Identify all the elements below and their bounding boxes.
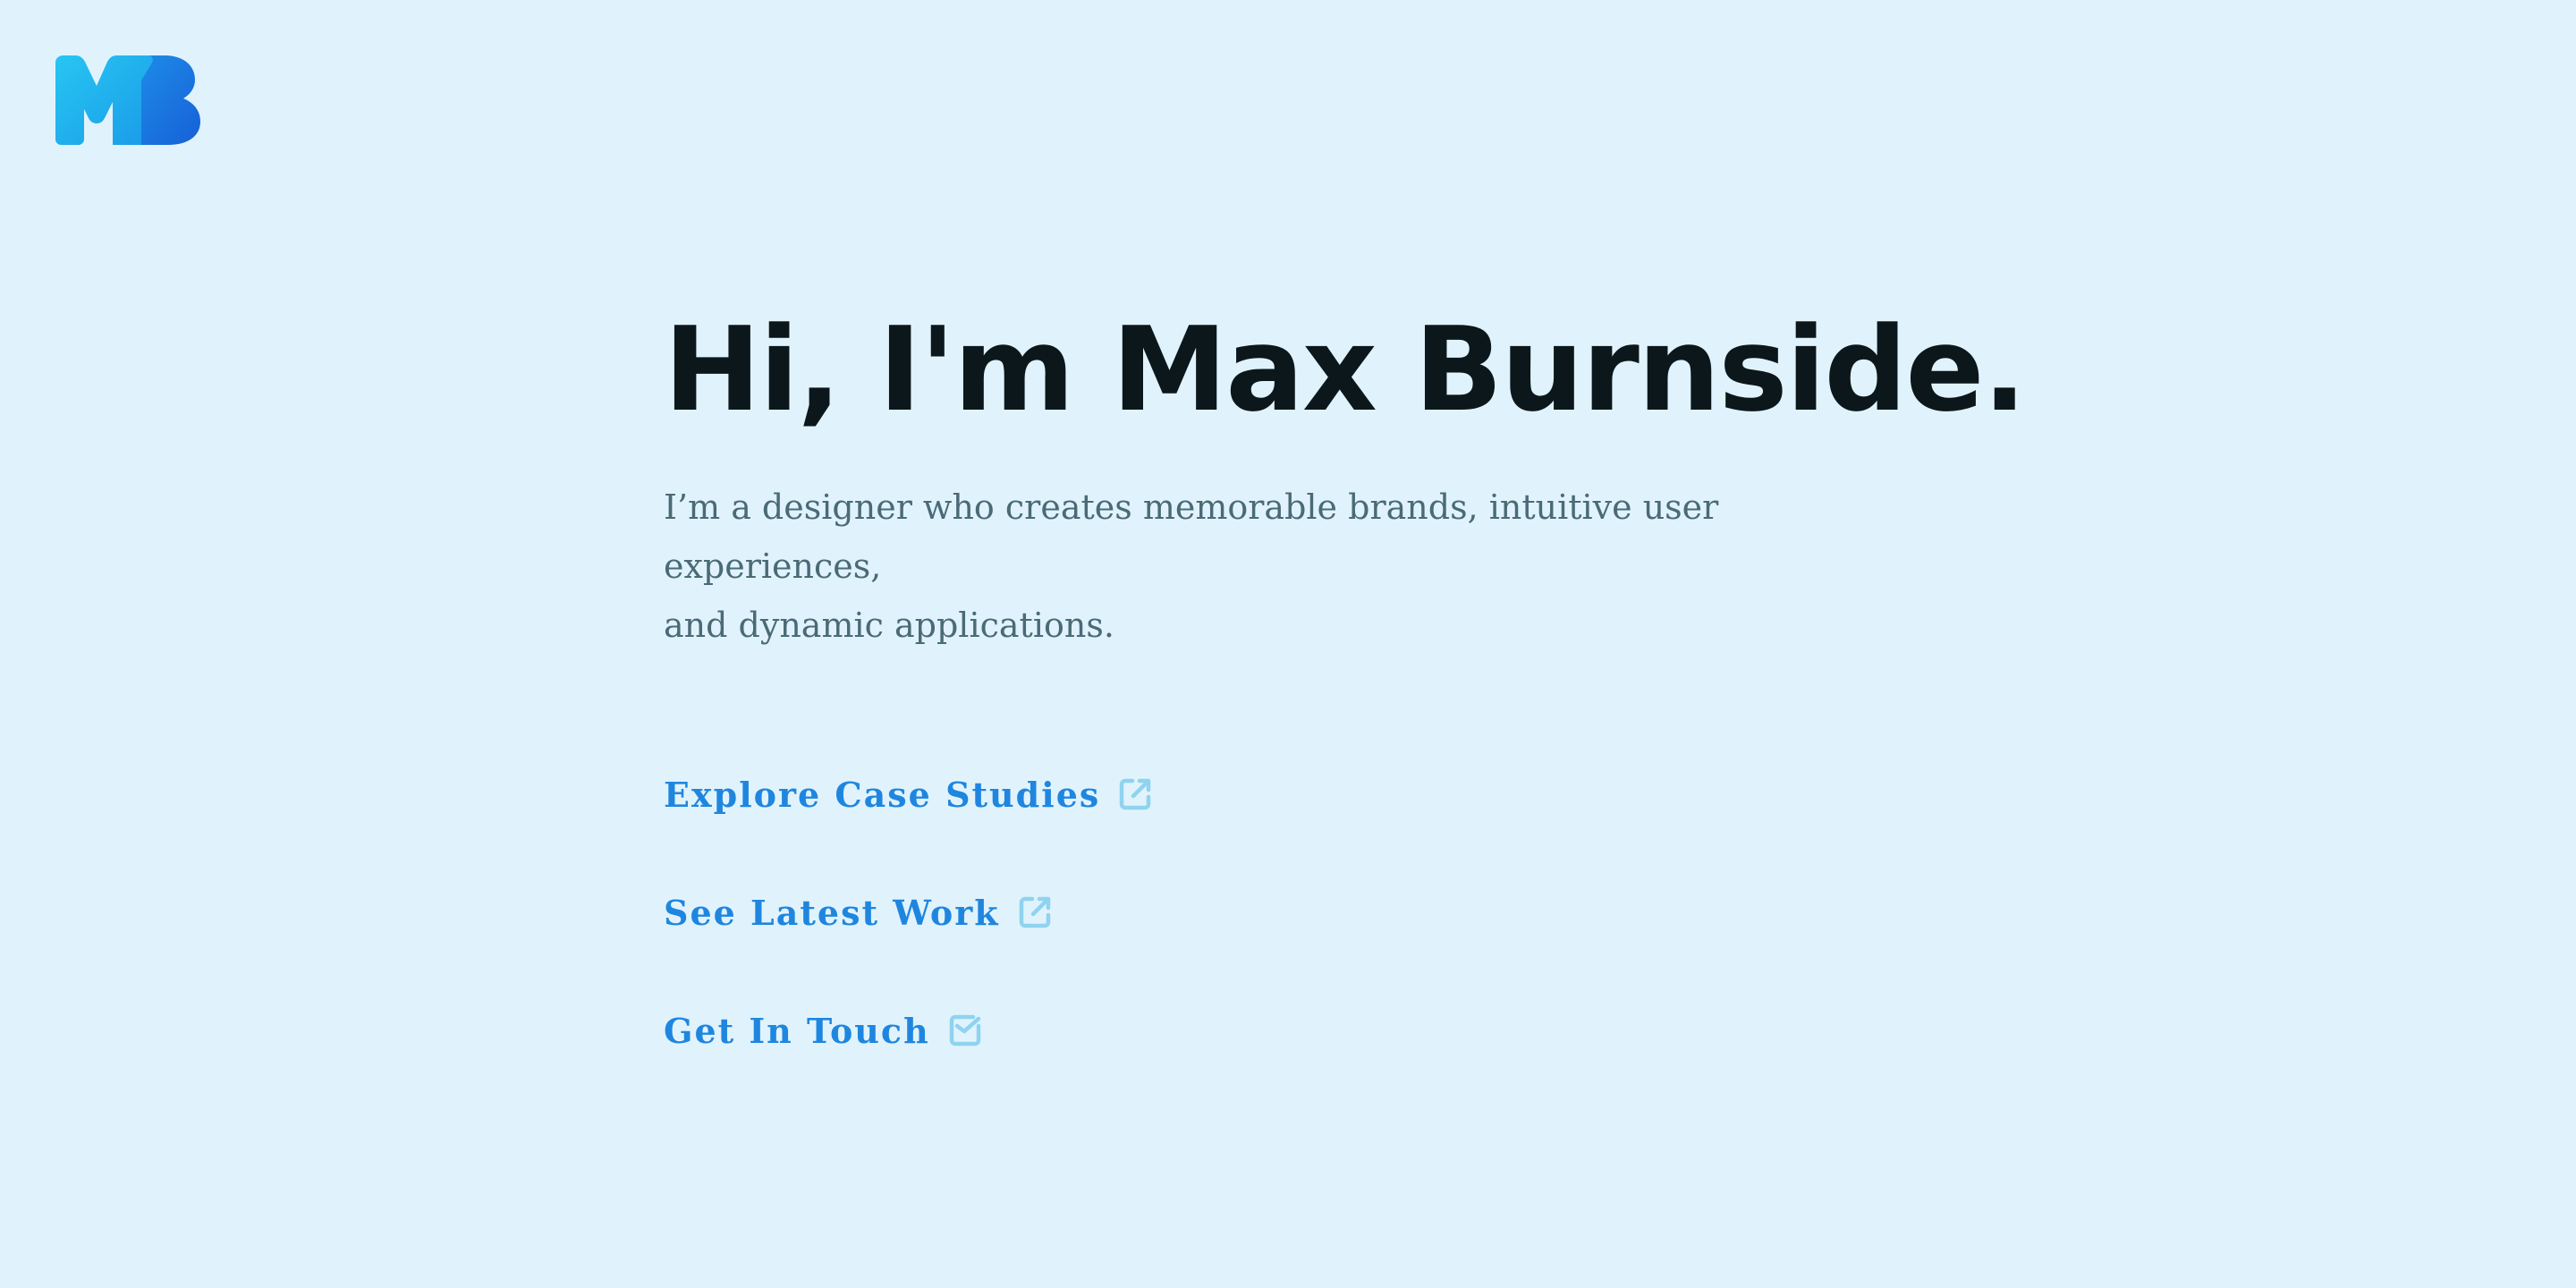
hero-tagline: I’m a designer who creates memorable bra… xyxy=(664,478,1826,655)
tagline-line-2: and dynamic applications. xyxy=(664,606,1114,645)
page-title: Hi, I'm Max Burnside. xyxy=(664,301,2027,437)
link-label: Get In Touch xyxy=(664,1010,930,1051)
mail-check-icon xyxy=(946,1012,984,1049)
site-logo[interactable] xyxy=(55,55,202,145)
external-link-icon xyxy=(1116,775,1154,813)
external-link-icon xyxy=(1016,894,1054,931)
get-in-touch-link[interactable]: Get In Touch xyxy=(664,998,1154,1063)
cta-links: Explore Case Studies See Latest Work Get… xyxy=(664,762,1154,1116)
link-label: See Latest Work xyxy=(664,892,1000,933)
mb-logo-icon xyxy=(55,55,200,145)
tagline-line-1: I’m a designer who creates memorable bra… xyxy=(664,487,1719,586)
see-latest-work-link[interactable]: See Latest Work xyxy=(664,880,1154,945)
hero-section: Hi, I'm Max Burnside. I’m a designer who… xyxy=(664,302,2095,655)
link-label: Explore Case Studies xyxy=(664,774,1101,815)
explore-case-studies-link[interactable]: Explore Case Studies xyxy=(664,762,1154,826)
